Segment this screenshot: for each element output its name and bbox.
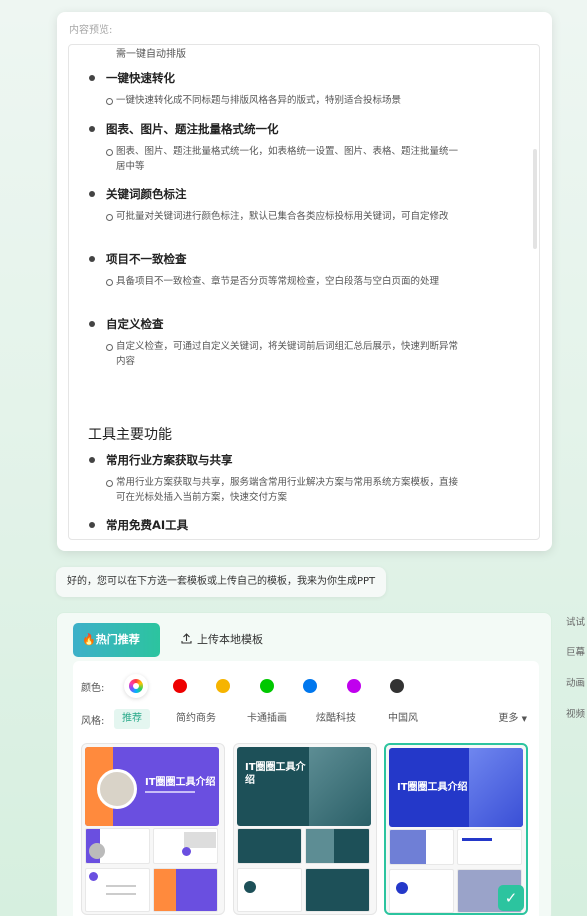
template-picker: 🔥热门推荐 上传本地模板 颜色: 风格: 推荐 简约商务 卡通插画 炫酷科技 中… [56, 612, 552, 916]
style-option-cartoon[interactable]: 卡通插画 [247, 709, 287, 729]
caret-down-icon: ▼ [521, 715, 527, 723]
style-option-business[interactable]: 简约商务 [176, 709, 216, 729]
bullet-title: 一键快速转化 [89, 71, 175, 85]
check-icon: ✓ [498, 885, 524, 911]
bullet-desc: 自定义检查，可通过自定义关键词，将关键词前后词组汇总后展示，快速判断异常内容 [106, 339, 466, 369]
bullet-title: 项目不一致检查 [89, 252, 187, 266]
template-card[interactable]: IT圈圈工具介绍 [81, 743, 225, 915]
document-preview[interactable]: 需一键自动排版 一键快速转化 一键快速转化成不同标题与排版风格各异的版式，特别适… [68, 44, 540, 540]
bullet-desc: 一键快速转化成不同标题与排版风格各异的版式，特别适合投标场景 [106, 93, 466, 108]
tab-hot-label: 热门推荐 [95, 633, 140, 646]
bullet-desc: 可批量对关键词进行颜色标注，默认已集合各类应标投标用关键词，可自定修改 [106, 209, 466, 224]
template-title: IT圈圈工具介绍 [245, 762, 306, 786]
side-label[interactable]: 视频 [566, 706, 585, 720]
template-cover: IT圈圈工具介绍 [85, 747, 219, 826]
scrollbar[interactable] [533, 149, 537, 249]
color-option-yellow[interactable] [216, 679, 230, 693]
bullet-desc: 常用行业方案获取与共享，服务端含常用行业解决方案与常用系统方案模板，直接可在光标… [106, 475, 466, 505]
fire-icon: 🔥 [82, 633, 96, 646]
bullet-title: 图表、图片、题注批量格式统一化 [89, 122, 279, 136]
upload-icon [181, 633, 192, 644]
color-option-black[interactable] [390, 679, 404, 693]
style-option-tech[interactable]: 炫酷科技 [316, 709, 356, 729]
template-card[interactable]: IT圈圈工具介绍 [233, 743, 377, 915]
color-option-red[interactable] [173, 679, 187, 693]
more-styles-button[interactable]: 更多 ▼ [498, 709, 527, 729]
assistant-reply: 好的，您可以在下方选一套模板或上传自己的模板，我来为你生成PPT [56, 567, 387, 597]
tab-upload-template[interactable]: 上传本地模板 [181, 623, 263, 657]
tab-upload-label: 上传本地模板 [197, 633, 263, 646]
bullet-title: 常用行业方案获取与共享 [89, 453, 233, 467]
bullet-desc: 具备项目不一致检查、章节是否分页等常规检查，空白段落与空白页面的处理 [106, 274, 466, 289]
template-card-selected[interactable]: IT圈圈工具介绍 ✓ [384, 743, 528, 915]
color-option-blue[interactable] [303, 679, 317, 693]
bullet-title: 自定义检查 [89, 317, 164, 331]
color-option-purple[interactable] [347, 679, 361, 693]
style-label: 风格: [81, 716, 105, 727]
side-label[interactable]: 动画 [566, 675, 585, 689]
side-label[interactable]: 试试 [566, 614, 585, 628]
all-colors-icon[interactable] [124, 674, 148, 698]
tab-hot-recommend[interactable]: 🔥热门推荐 [73, 623, 160, 657]
template-filter-panel: 颜色: 风格: 推荐 简约商务 卡通插画 炫酷科技 中国风 更多 ▼ IT圈圈工… [73, 661, 539, 916]
color-option-green[interactable] [260, 679, 274, 693]
template-cover: IT圈圈工具介绍 [237, 747, 371, 826]
bullet-desc: 图表、图片、题注批量格式统一化，如表格统一设置、图片、表格、题注批量统一居中等 [106, 144, 466, 174]
style-option-recommend[interactable]: 推荐 [114, 709, 150, 729]
template-cover: IT圈圈工具介绍 [389, 748, 523, 827]
side-label[interactable]: 巨幕 [566, 644, 585, 658]
template-title: IT圈圈工具介绍 [397, 782, 468, 793]
color-label: 颜色: [81, 683, 105, 694]
more-label: 更多 [498, 713, 519, 724]
doc-text: 需一键自动排版 [116, 49, 186, 60]
content-preview-card: 内容预览: 需一键自动排版 一键快速转化 一键快速转化成不同标题与排版风格各异的… [57, 12, 552, 551]
bullet-title: 常用免费AI工具 [88, 518, 189, 532]
section-heading: 工具主要功能 [88, 427, 172, 443]
preview-label: 内容预览: [69, 25, 113, 36]
style-option-chinese[interactable]: 中国风 [388, 709, 418, 729]
bullet-title: 关键词颜色标注 [89, 187, 187, 201]
template-title: IT圈圈工具介绍 [145, 777, 216, 788]
